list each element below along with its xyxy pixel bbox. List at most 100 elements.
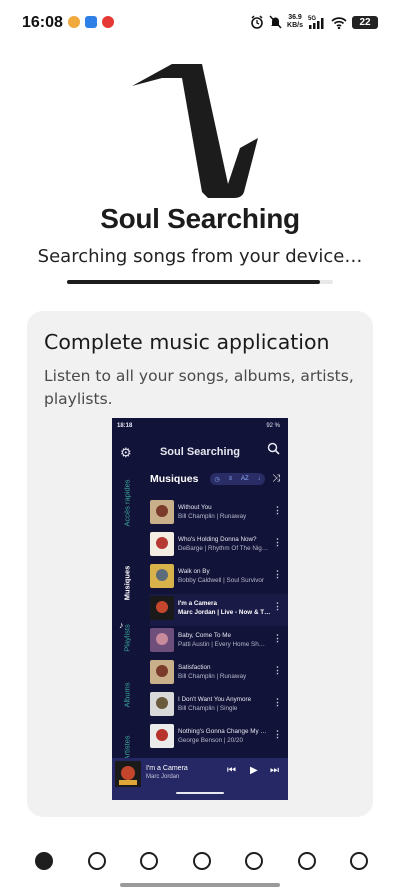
album-art-icon: [150, 564, 174, 588]
status-time: 16:08: [22, 14, 63, 31]
song-title: Satisfaction: [178, 664, 211, 671]
page-dot[interactable]: [35, 852, 53, 870]
tab-artistes: Artistes: [122, 735, 132, 761]
tab-acces-rapides: Accès rapides: [122, 479, 132, 527]
song-subtitle: DeBarge | Rhythm Of The Nig…: [178, 545, 269, 552]
album-art-icon: [150, 724, 174, 748]
search-icon: [267, 442, 280, 455]
preview-header: ⚙ Soul Searching: [112, 440, 288, 466]
preview-status-battery: 92 %: [266, 423, 280, 429]
gesture-bar: [120, 883, 280, 887]
sort-label: AZ: [240, 476, 249, 482]
preview-list-title: Musiques: [150, 473, 199, 485]
loading-progress-fill: [67, 280, 320, 284]
preview-vertical-tabs: Accès rapides Musiques ♪ Playlists Album…: [112, 473, 142, 761]
next-icon: ⏭: [270, 765, 279, 776]
page-dot[interactable]: [87, 852, 106, 870]
more-options-icon: ⋮: [273, 505, 282, 515]
cell-signal-icon: 5G: [308, 16, 324, 29]
song-row: Baby, Come To Me Patti Austin | Every Hom…: [150, 626, 288, 658]
shuffle-icon: ⤨: [272, 473, 280, 484]
song-row: Satisfaction Bill Champlin | Runaway ⋮: [150, 658, 288, 690]
album-art-icon: [150, 500, 174, 524]
page-dot[interactable]: [297, 852, 316, 870]
more-options-icon: ⋮: [273, 537, 282, 547]
song-title: Who's Holding Donna Now?: [178, 536, 257, 543]
more-options-icon: ⋮: [273, 569, 282, 579]
song-title: Nothing's Gonna Change My …: [178, 728, 267, 735]
more-options-icon: ⋮: [273, 633, 282, 643]
svg-text:5G: 5G: [308, 16, 316, 22]
tab-albums: Albums: [122, 682, 132, 708]
page-dot[interactable]: [192, 852, 211, 870]
page-dot[interactable]: [350, 852, 368, 870]
mini-player-handle: [176, 792, 224, 794]
album-art-icon: [150, 532, 174, 556]
song-row: I Don't Want You Anymore Bill Champlin | …: [150, 690, 288, 722]
previous-icon: ⏮: [227, 765, 236, 776]
song-subtitle: Bill Champlin | Runaway: [178, 673, 247, 680]
arrow-down-icon: ↓: [257, 476, 261, 482]
mute-bell-icon: [269, 15, 282, 29]
preview-status-bar: 18:18 92 %: [112, 418, 288, 436]
wifi-icon: [331, 16, 347, 29]
page-dot[interactable]: [245, 852, 263, 870]
song-subtitle: Patti Austin | Every Home Sh…: [178, 641, 266, 648]
song-row: Without You Bill Champlin | Runaway ⋮: [150, 498, 288, 530]
song-title: Walk on By: [178, 568, 210, 575]
app-notification-icon: [68, 16, 80, 28]
mini-player-cover: [115, 761, 141, 787]
song-subtitle: Bill Champlin | Runaway: [178, 513, 247, 520]
music-app-icon: [102, 16, 114, 28]
app-title: Soul Searching: [100, 203, 300, 234]
album-art-icon: [150, 660, 174, 684]
more-options-icon: ⋮: [273, 601, 282, 611]
more-options-icon: ⋮: [273, 665, 282, 675]
page-dot[interactable]: [140, 852, 158, 870]
more-options-icon: ⋮: [273, 729, 282, 739]
page-indicator: [0, 852, 400, 872]
soul-searching-logo: [132, 64, 258, 198]
song-subtitle: Bill Champlin | Single: [178, 705, 238, 712]
preview-mini-player: I'm a Camera Marc Jordan ⏮ ▶ ⏭: [112, 758, 288, 800]
status-bar: 16:08 36.9 KB/s 5G 22: [0, 0, 400, 48]
tab-musiques: Musiques: [122, 565, 132, 601]
song-title: I'm a Camera: [178, 600, 217, 607]
feature-description: Listen to all your songs, albums, artist…: [44, 367, 354, 408]
play-icon: ▶: [250, 765, 258, 776]
mini-player-artist: Marc Jordan: [146, 774, 180, 780]
album-art-icon: [150, 692, 174, 716]
song-title: Baby, Come To Me: [178, 632, 231, 639]
song-title: I Don't Want You Anymore: [178, 696, 252, 703]
song-title: Without You: [178, 504, 212, 511]
system-icons: 36.9 KB/s 5G 22: [250, 14, 378, 30]
sort-controls: ◷ ≡ AZ ↓: [210, 473, 265, 485]
clock-icon: ◷: [214, 476, 220, 483]
list-icon: ≡: [228, 476, 233, 482]
song-row: Walk on By Bobby Caldwell | Soul Survivor…: [150, 562, 288, 594]
preview-list-header: Musiques ◷ ≡ AZ ↓ ⤨: [150, 473, 285, 487]
song-row: Nothing's Gonna Change My … George Benson…: [150, 722, 288, 754]
preview-status-time: 18:18: [117, 423, 133, 429]
message-icon: [85, 16, 97, 28]
preview-song-list: Without You Bill Champlin | Runaway ⋮ Who's…: [150, 498, 288, 754]
app-preview-screenshot: 18:18 92 % ⚙ Soul Searching Accès rapide…: [112, 418, 288, 800]
battery-icon: 22: [352, 15, 378, 29]
song-subtitle: Marc Jordan | Live - Now & T…: [178, 609, 270, 616]
mini-player-title: I'm a Camera: [146, 765, 188, 772]
network-speed: 36.9 KB/s: [287, 14, 303, 29]
feature-card: Complete music application Listen to all…: [27, 311, 373, 817]
song-subtitle: George Benson | 20/20: [178, 737, 244, 744]
song-row: I'm a Camera Marc Jordan | Live - Now & T…: [150, 594, 288, 626]
notification-icons: [68, 16, 114, 28]
feature-title: Complete music application: [44, 330, 330, 354]
album-art-icon: [150, 596, 174, 620]
more-options-icon: ⋮: [273, 697, 282, 707]
loading-progress-bar: [67, 280, 333, 284]
album-art-icon: [150, 628, 174, 652]
tab-playlists: Playlists: [122, 624, 132, 652]
song-row: Who's Holding Donna Now? DeBarge | Rhythm…: [150, 530, 288, 562]
loading-subtitle: Searching songs from your device…: [37, 246, 363, 267]
alarm-icon: [251, 15, 263, 29]
preview-app-title: Soul Searching: [159, 446, 241, 458]
